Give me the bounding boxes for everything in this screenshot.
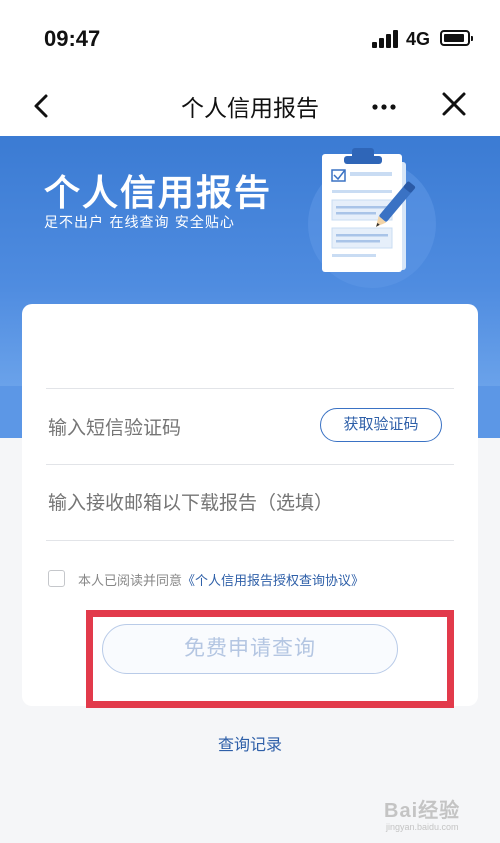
side-strip-left xyxy=(0,386,24,438)
agreement-text: 本人已阅读并同意《个人信用报告授权查询协议》 xyxy=(78,570,364,589)
agreement-row: 本人已阅读并同意《个人信用报告授权查询协议》 xyxy=(46,568,466,590)
divider xyxy=(46,388,454,389)
banner-subtitle: 足不出户 在线查询 安全贴心 xyxy=(44,215,235,231)
page-title: 个人信用报告 xyxy=(181,96,319,122)
watermark: Bai经验 jingyan.baidu.com xyxy=(380,790,496,840)
close-button[interactable] xyxy=(436,86,472,122)
sms-code-input[interactable] xyxy=(48,414,308,442)
divider xyxy=(46,540,454,541)
watermark-url: jingyan.baidu.com xyxy=(386,822,459,832)
query-form-card: 获取验证码 本人已阅读并同意《个人信用报告授权查询协议》 免费申请查询 xyxy=(22,304,478,706)
more-icon xyxy=(372,104,396,110)
more-button[interactable] xyxy=(366,88,402,124)
battery-icon xyxy=(440,30,473,46)
agreement-link[interactable]: 《个人信用报告授权查询协议》 xyxy=(182,574,364,589)
agreement-prefix: 本人已阅读并同意 xyxy=(78,574,183,589)
side-strip-right xyxy=(476,386,500,438)
query-history-link[interactable]: 查询记录 xyxy=(0,731,500,755)
network-label: 4G xyxy=(406,29,431,49)
agreement-checkbox[interactable] xyxy=(48,570,65,587)
email-input[interactable] xyxy=(48,488,428,518)
watermark-text: Bai经验 xyxy=(384,800,461,822)
divider xyxy=(46,464,454,465)
status-time: 09:47 xyxy=(44,26,101,51)
signal-icon xyxy=(372,30,402,48)
clipboard-report-illustration xyxy=(308,148,436,288)
nav-bar: 个人信用报告 xyxy=(0,76,500,136)
status-bar: 09:47 4G xyxy=(0,0,500,76)
submit-query-button[interactable]: 免费申请查询 xyxy=(102,624,398,674)
banner-title: 个人信用报告 xyxy=(44,173,273,214)
get-code-button[interactable]: 获取验证码 xyxy=(320,408,442,442)
close-icon xyxy=(442,92,466,116)
